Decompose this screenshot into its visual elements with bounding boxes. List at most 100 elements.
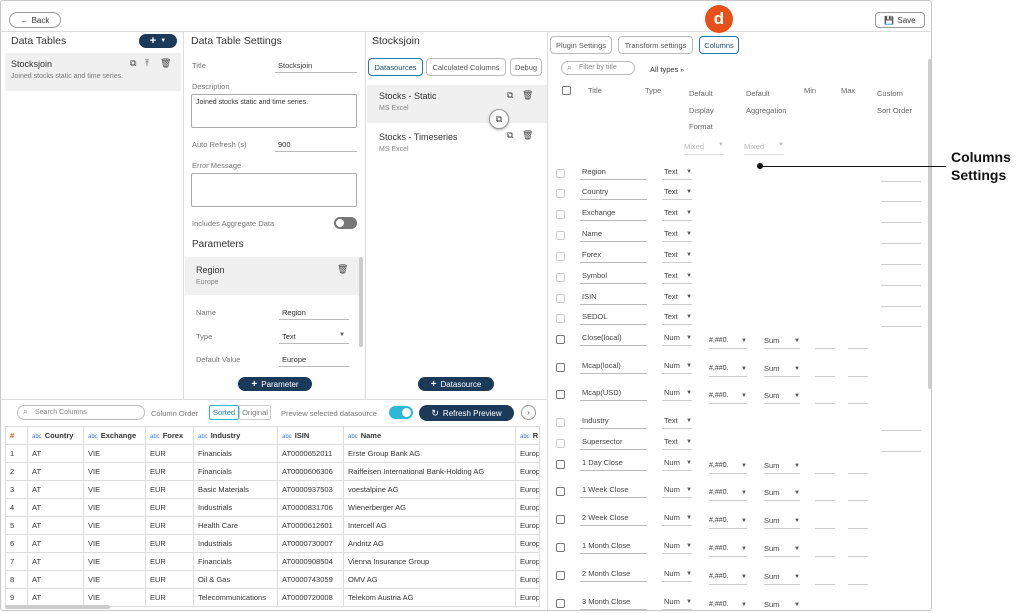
datasource-item-timeseries[interactable]: Stocks - Timeseries MS Excel ⧉ 🗑 xyxy=(367,125,547,163)
copy-icon[interactable]: ⧉ xyxy=(507,130,513,141)
column-sort-order-input[interactable] xyxy=(881,293,921,307)
sorted-toggle[interactable]: Sorted xyxy=(209,405,239,420)
title-input[interactable]: Stocksjoin xyxy=(278,61,312,70)
column-checkbox[interactable] xyxy=(556,487,565,496)
column-checkbox[interactable] xyxy=(556,273,565,282)
column-min-input[interactable] xyxy=(815,571,835,585)
column-title-input[interactable]: Close(local) xyxy=(580,332,647,346)
table-row[interactable]: 1 AT VIE EUR Financials AT0000652011 Erste Gro… xyxy=(5,444,540,463)
preview-toggle[interactable] xyxy=(389,406,413,419)
table-row[interactable]: 7 AT VIE EUR Financials AT0000908504 Vienna In… xyxy=(5,552,540,571)
column-type-select[interactable]: Num ▼ xyxy=(662,387,692,401)
column-sort-order-input[interactable] xyxy=(881,188,921,202)
column-header[interactable]: abc Country xyxy=(27,426,84,445)
column-format-select[interactable]: #,##0. ▼ xyxy=(709,390,747,404)
column-checkbox[interactable] xyxy=(556,543,565,552)
column-header[interactable]: abc Forex xyxy=(145,426,194,445)
data-table-item[interactable]: Stocksjoin Joined stocks static and time… xyxy=(5,53,181,91)
column-checkbox[interactable] xyxy=(556,390,565,399)
column-min-input[interactable] xyxy=(815,543,835,557)
column-format-select[interactable]: #,##0. ▼ xyxy=(709,571,747,585)
column-aggregation-select[interactable]: Sum ▼ xyxy=(764,335,800,349)
column-checkbox[interactable] xyxy=(556,515,565,524)
original-toggle[interactable]: Original xyxy=(239,405,271,420)
column-type-select[interactable]: Text ▼ xyxy=(662,166,692,180)
tab-datasources[interactable]: Datasources xyxy=(368,58,423,76)
column-header[interactable]: abc Name xyxy=(343,426,516,445)
column-checkbox[interactable] xyxy=(556,189,565,198)
column-sort-order-input[interactable] xyxy=(881,209,921,223)
column-min-input[interactable] xyxy=(815,363,835,377)
column-format-select[interactable]: #,##0. ▼ xyxy=(709,363,747,377)
column-type-select[interactable]: Text ▼ xyxy=(662,311,692,325)
column-type-select[interactable]: Text ▼ xyxy=(662,291,692,305)
back-button[interactable]: ← Back xyxy=(9,12,61,28)
param-type-select[interactable]: Text xyxy=(282,332,296,341)
scrollbar[interactable] xyxy=(359,257,363,347)
error-textarea[interactable] xyxy=(191,173,357,207)
column-format-select[interactable]: #,##0. ▼ xyxy=(709,599,747,610)
column-type-select[interactable]: Num ▼ xyxy=(662,596,692,610)
column-title-input[interactable]: Symbol xyxy=(580,270,647,284)
column-type-select[interactable]: Text ▼ xyxy=(662,207,692,221)
column-sort-order-input[interactable] xyxy=(881,251,921,265)
column-checkbox[interactable] xyxy=(556,294,565,303)
column-type-select[interactable]: Text ▼ xyxy=(662,186,692,200)
search-columns-input[interactable]: ⌕ Search Columns xyxy=(17,405,145,420)
table-row[interactable]: 9 AT VIE EUR Telecommunications AT0000720008 T… xyxy=(5,588,540,607)
column-type-select[interactable]: Num ▼ xyxy=(662,568,692,582)
column-header[interactable]: abc R xyxy=(515,426,540,445)
column-sort-order-input[interactable] xyxy=(881,168,921,182)
column-sort-order-input[interactable] xyxy=(881,313,921,327)
column-title-input[interactable]: 1 Month Close xyxy=(580,540,647,554)
table-row[interactable]: 3 AT VIE EUR Basic Materials AT0000937503 voes… xyxy=(5,480,540,499)
description-textarea[interactable]: Joined stocks static and time series. xyxy=(191,94,357,128)
column-title-input[interactable]: Name xyxy=(580,228,647,242)
auto-refresh-input[interactable]: 900 xyxy=(278,140,291,149)
datasource-item-static[interactable]: Stocks - Static MS Excel ⧉ 🗑 xyxy=(367,85,547,123)
column-type-select[interactable]: Num ▼ xyxy=(662,457,692,471)
column-title-input[interactable]: Mcap(USD) xyxy=(580,387,647,401)
column-sort-order-input[interactable] xyxy=(881,417,921,431)
column-type-select[interactable]: Text ▼ xyxy=(662,270,692,284)
trash-icon[interactable]: 🗑 xyxy=(522,90,533,101)
column-min-input[interactable] xyxy=(815,599,835,610)
column-min-input[interactable] xyxy=(815,390,835,404)
column-checkbox[interactable] xyxy=(556,252,565,261)
column-aggregation-select[interactable]: Sum ▼ xyxy=(764,390,800,404)
column-format-select[interactable]: #,##0. ▼ xyxy=(709,543,747,557)
column-checkbox[interactable] xyxy=(556,335,565,344)
column-title-input[interactable]: 1 Day Close xyxy=(580,457,647,471)
table-row[interactable]: 6 AT VIE EUR Industrials AT0000730007 Andritz … xyxy=(5,534,540,553)
column-sort-order-input[interactable] xyxy=(881,230,921,244)
column-aggregation-select[interactable]: Sum ▼ xyxy=(764,543,800,557)
scrollbar[interactable] xyxy=(928,59,931,389)
column-format-select[interactable]: #,##0. ▼ xyxy=(709,335,747,349)
column-max-input[interactable] xyxy=(848,460,868,474)
column-min-input[interactable] xyxy=(815,515,835,529)
column-type-select[interactable]: Num ▼ xyxy=(662,332,692,346)
column-type-select[interactable]: Text ▼ xyxy=(662,249,692,263)
column-title-input[interactable]: Industry xyxy=(580,415,647,429)
add-data-table-button[interactable]: + ▼ xyxy=(139,34,177,48)
scrollbar[interactable] xyxy=(5,605,110,609)
table-row[interactable]: 8 AT VIE EUR Oil & Gas AT0000743059 OMV AG Euro… xyxy=(5,570,540,589)
column-checkbox[interactable] xyxy=(556,599,565,608)
table-row[interactable]: 2 AT VIE EUR Financials AT0000606306 Raiffeise… xyxy=(5,462,540,481)
column-aggregation-select[interactable]: Sum ▼ xyxy=(764,515,800,529)
column-type-select[interactable]: Text ▼ xyxy=(662,415,692,429)
column-checkbox[interactable] xyxy=(556,169,565,178)
column-max-input[interactable] xyxy=(848,390,868,404)
trash-icon[interactable]: 🗑 xyxy=(160,58,171,69)
column-max-input[interactable] xyxy=(848,335,868,349)
column-min-input[interactable] xyxy=(815,487,835,501)
column-type-select[interactable]: Num ▼ xyxy=(662,360,692,374)
column-type-select[interactable]: Text ▼ xyxy=(662,228,692,242)
trash-icon[interactable]: 🗑 xyxy=(522,130,533,141)
column-title-input[interactable]: SEDOL xyxy=(580,311,647,325)
column-aggregation-select[interactable]: Sum ▼ xyxy=(764,599,800,610)
parameter-item[interactable]: Region Europe 🗑 xyxy=(185,257,359,295)
column-aggregation-select[interactable]: Sum ▼ xyxy=(764,571,800,585)
column-header[interactable]: abc Exchange xyxy=(83,426,146,445)
table-row[interactable]: 4 AT VIE EUR Industrials AT0000831706 Wienerbe… xyxy=(5,498,540,517)
